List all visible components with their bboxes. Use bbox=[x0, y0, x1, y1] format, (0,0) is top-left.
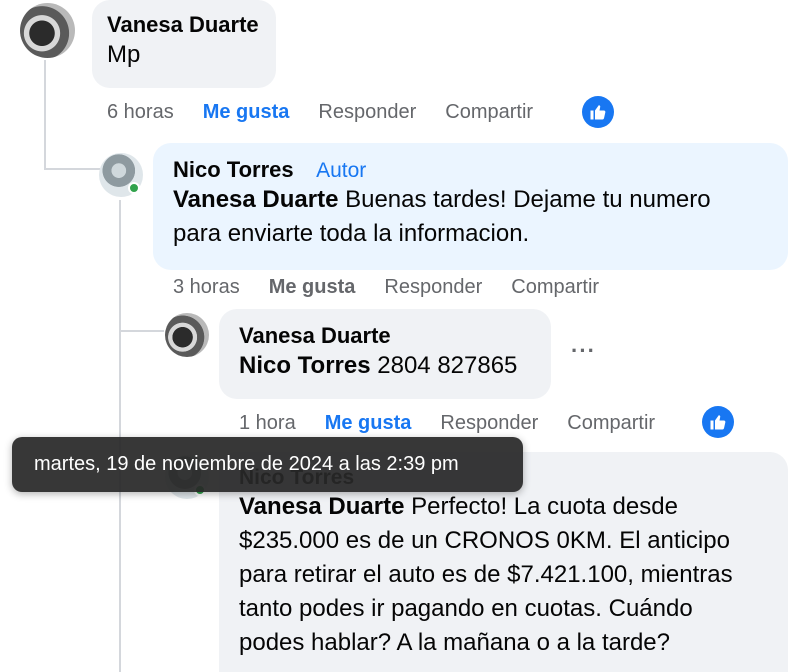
like-button[interactable]: Me gusta bbox=[325, 412, 412, 435]
avatar[interactable] bbox=[165, 313, 209, 357]
thread-line bbox=[44, 168, 100, 170]
author-badge: Autor bbox=[316, 159, 367, 182]
comment-author[interactable]: Nico Torres bbox=[173, 157, 294, 182]
comment-text: Vanesa Duarte Buenas tardes! Dejame tu n… bbox=[173, 186, 711, 213]
like-reaction-icon[interactable] bbox=[702, 406, 734, 438]
comment-header: Nico Torres Autor bbox=[173, 157, 768, 183]
mention-link[interactable]: Nico Torres bbox=[239, 352, 371, 379]
comment-actions: 6 horas Me gusta Responder Compartir bbox=[107, 101, 562, 124]
reply-button[interactable]: Responder bbox=[440, 412, 538, 435]
thread-line bbox=[119, 200, 121, 672]
like-button[interactable]: Me gusta bbox=[269, 276, 356, 299]
comment-time[interactable]: 6 horas bbox=[107, 101, 174, 124]
share-button[interactable]: Compartir bbox=[567, 412, 655, 435]
comment-bubble: Nico Torres Autor Vanesa Duarte Buenas t… bbox=[153, 143, 788, 270]
like-button[interactable]: Me gusta bbox=[203, 101, 290, 124]
reply-button[interactable]: Responder bbox=[384, 276, 482, 299]
thread-line bbox=[119, 330, 164, 332]
share-button[interactable]: Compartir bbox=[511, 276, 599, 299]
share-button[interactable]: Compartir bbox=[445, 101, 533, 124]
timestamp-tooltip: martes, 19 de noviembre de 2024 a las 2:… bbox=[12, 437, 523, 492]
comment-bubble: Vanesa Duarte Nico Torres 2804 827865 bbox=[219, 309, 551, 399]
comment-author[interactable]: Vanesa Duarte bbox=[107, 12, 261, 38]
mention-link[interactable]: Vanesa Duarte bbox=[239, 493, 404, 520]
more-options-icon[interactable]: ··· bbox=[571, 338, 596, 364]
comment-actions: 1 hora Me gusta Responder Compartir bbox=[239, 412, 684, 435]
thread-line bbox=[44, 60, 46, 170]
reply-button[interactable]: Responder bbox=[318, 101, 416, 124]
comment-time[interactable]: 1 hora bbox=[239, 412, 296, 435]
comment-text: para retirar el auto es de $7.421.100, m… bbox=[239, 561, 733, 588]
avatar[interactable] bbox=[20, 3, 75, 58]
mention-link[interactable]: Vanesa Duarte bbox=[173, 186, 338, 213]
comment-text: tanto podes ir pagando en cuotas. Cuándo bbox=[239, 595, 693, 622]
like-reaction-icon[interactable] bbox=[582, 96, 614, 128]
comment-text: $235.000 es de un CRONOS 0KM. El anticip… bbox=[239, 527, 730, 554]
comment-bubble: Vanesa Duarte Mp bbox=[92, 0, 276, 88]
comment-text: para enviarte toda la informacion. bbox=[173, 220, 530, 247]
comment-text: podes hablar? A la mañana o a la tarde? bbox=[239, 629, 670, 656]
comment-text: Vanesa Duarte Perfecto! La cuota desde bbox=[239, 493, 678, 520]
comment-author[interactable]: Vanesa Duarte bbox=[239, 323, 531, 349]
comment-actions: 3 horas Me gusta Responder Compartir bbox=[173, 276, 628, 299]
comment-text: Mp bbox=[107, 41, 141, 68]
comment-text: Nico Torres 2804 827865 bbox=[239, 352, 518, 379]
comment-time[interactable]: 3 horas bbox=[173, 276, 240, 299]
online-status-icon bbox=[128, 182, 140, 194]
